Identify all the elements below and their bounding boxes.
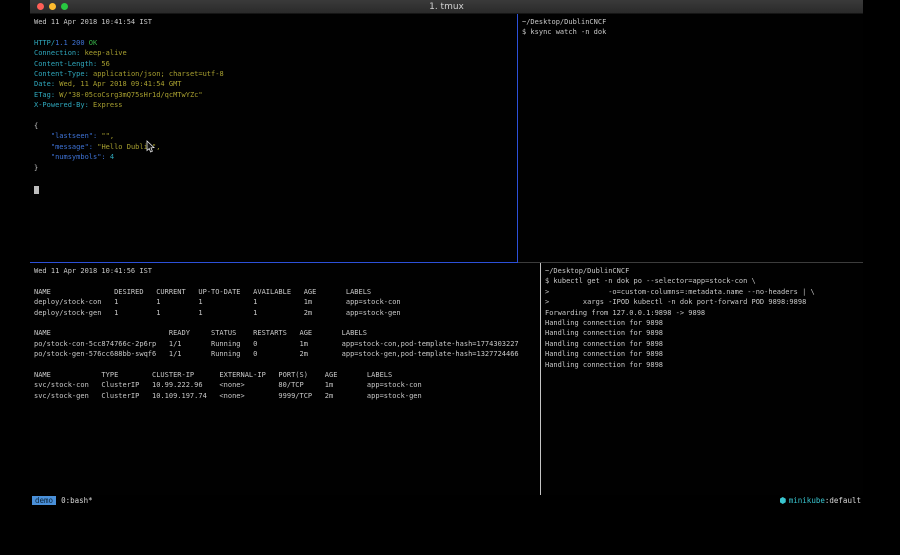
blank-line <box>34 173 513 183</box>
header-name: Content-Length: <box>34 60 97 68</box>
http-status-line: HTTP/1.1 200 OK <box>34 38 513 48</box>
services-table: NAME TYPE CLUSTER-IP EXTERNAL-IP PORT(S)… <box>34 370 536 401</box>
json-close-brace: } <box>34 163 513 173</box>
cwd-line: ~/Desktop/DublinCNCF <box>545 266 859 276</box>
header-name: Date: <box>34 80 55 88</box>
header-name: ETag: <box>34 91 55 99</box>
blank-line <box>34 276 536 286</box>
http-proto: HTTP/ <box>34 39 55 47</box>
port-forward-output: $ kubectl get -n dok po --selector=app=s… <box>545 276 859 370</box>
json-key: "lastseen": <box>34 132 97 140</box>
traffic-lights <box>37 3 68 10</box>
kubernetes-hexagon-icon <box>780 497 786 504</box>
pane-divider-vertical-bottom[interactable] <box>540 263 541 495</box>
pane-divider-vertical-top[interactable] <box>517 14 518 262</box>
status-left: demo 0:bash* <box>32 496 93 505</box>
pods-table: NAME READY STATUS RESTARTS AGE LABELS po… <box>34 328 536 359</box>
timestamp-line: Wed 11 Apr 2018 10:41:54 IST <box>34 17 513 27</box>
json-line: "message": "Hello Dublin", <box>34 142 513 152</box>
timestamp-line: Wed 11 Apr 2018 10:41:56 IST <box>34 266 536 276</box>
blank-line <box>34 360 536 370</box>
prompt-line[interactable] <box>34 183 513 193</box>
header-name: Content-Type: <box>34 70 89 78</box>
header-value: application/json; charset=utf-8 <box>89 70 224 78</box>
json-open-brace: { <box>34 121 513 131</box>
json-line: "numsymbols": 4 <box>34 152 513 162</box>
blank-line <box>34 27 513 37</box>
header-value: Express <box>89 101 123 109</box>
header-name: Connection: <box>34 49 80 57</box>
http-header: Content-Length: 56 <box>34 59 513 69</box>
http-header: ETag: W/"38-05coCsrg3mQ75sHr1d/qcMTwYZc" <box>34 90 513 100</box>
zoom-window-button[interactable] <box>61 3 68 10</box>
header-value: W/"38-05coCsrg3mQ75sHr1d/qcMTwYZc" <box>55 91 203 99</box>
json-line: "lastseen": "", <box>34 131 513 141</box>
pane-ksync[interactable]: ~/Desktop/DublinCNCF $ ksync watch -n do… <box>518 14 863 262</box>
terminal-window: 1. tmux Wed 11 Apr 2018 10:41:54 IST HTT… <box>30 0 863 506</box>
json-key: "numsymbols": <box>34 153 106 161</box>
pane-http-response[interactable]: Wed 11 Apr 2018 10:41:54 IST HTTP/1.1 20… <box>30 14 517 262</box>
kube-context-name: minikube <box>789 496 825 505</box>
http-header: Date: Wed, 11 Apr 2018 09:41:54 GMT <box>34 79 513 89</box>
header-value: Wed, 11 Apr 2018 09:41:54 GMT <box>55 80 181 88</box>
blank-line <box>34 318 536 328</box>
tmux-status-bar: demo 0:bash* minikube :default <box>30 495 863 506</box>
http-status-reason: OK <box>85 39 98 47</box>
pane-divider-horizontal[interactable] <box>518 262 863 263</box>
http-header: Connection: keep-alive <box>34 48 513 58</box>
json-key: "message": <box>34 143 93 151</box>
header-value: keep-alive <box>80 49 126 57</box>
http-status-code: 1.1 200 <box>55 39 85 47</box>
status-right: minikube :default <box>780 496 861 505</box>
blank-line <box>34 111 513 121</box>
close-window-button[interactable] <box>37 3 44 10</box>
pane-divider-horizontal-active[interactable] <box>30 262 518 263</box>
header-value: 56 <box>97 60 110 68</box>
json-value: 4 <box>106 153 114 161</box>
json-value: "", <box>97 132 114 140</box>
pane-port-forward[interactable]: ~/Desktop/DublinCNCF $ kubectl get -n do… <box>541 263 863 495</box>
deployments-table: NAME DESIRED CURRENT UP-TO-DATE AVAILABL… <box>34 287 536 318</box>
pane-kubectl-resources[interactable]: Wed 11 Apr 2018 10:41:56 IST NAME DESIRE… <box>30 263 540 495</box>
kube-namespace: :default <box>825 496 861 505</box>
http-header: Content-Type: application/json; charset=… <box>34 69 513 79</box>
http-header: X-Powered-By: Express <box>34 100 513 110</box>
minimize-window-button[interactable] <box>49 3 56 10</box>
header-name: X-Powered-By: <box>34 101 89 109</box>
mouse-cursor-icon <box>146 140 155 153</box>
command-ksync: $ ksync watch -n dok <box>522 27 859 37</box>
session-name-badge[interactable]: demo <box>32 496 56 505</box>
window-titlebar[interactable]: 1. tmux <box>30 0 863 14</box>
cwd-line: ~/Desktop/DublinCNCF <box>522 17 859 27</box>
window-tab-bash[interactable]: 0:bash* <box>61 496 93 505</box>
terminal-cursor <box>34 186 39 194</box>
window-title: 1. tmux <box>30 2 863 12</box>
